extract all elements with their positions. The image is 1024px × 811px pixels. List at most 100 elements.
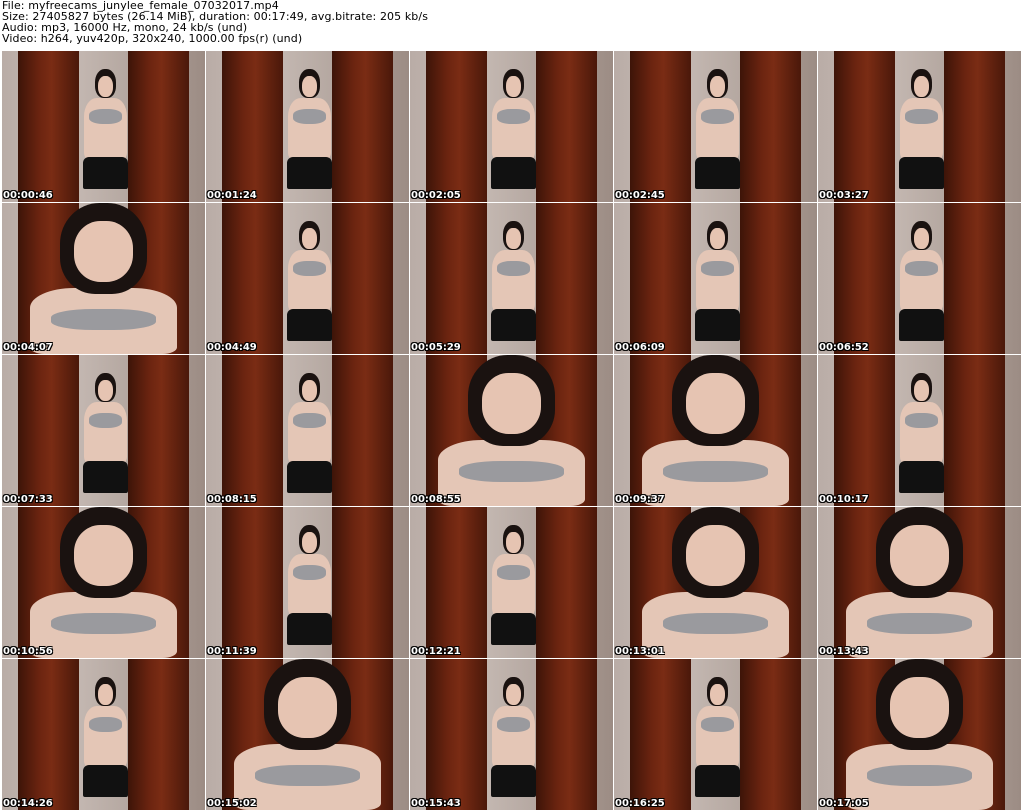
video-frame-thumbnail: 00:17:05 <box>818 659 1021 810</box>
person-figure <box>30 507 177 658</box>
door-background <box>535 659 597 810</box>
video-frame-thumbnail: 00:14:26 <box>2 659 205 810</box>
person-figure <box>79 373 132 506</box>
file-info-header: File: myfreecams_junylee_female_07032017… <box>2 0 1022 44</box>
video-frame-thumbnail: 00:13:01 <box>614 507 817 658</box>
video-frame-thumbnail: 00:06:09 <box>614 203 817 354</box>
door-background <box>331 355 393 506</box>
door-background <box>18 355 80 506</box>
person-figure <box>895 69 948 202</box>
frame-timestamp: 00:04:49 <box>207 342 257 353</box>
frame-timestamp: 00:16:25 <box>615 798 665 809</box>
door-background <box>18 51 80 202</box>
frame-timestamp: 00:09:37 <box>615 494 665 505</box>
video-frame-thumbnail: 00:01:24 <box>206 51 409 202</box>
frame-timestamp: 00:15:02 <box>207 798 257 809</box>
video-frame-thumbnail: 00:02:05 <box>410 51 613 202</box>
person-figure <box>283 525 336 658</box>
person-figure <box>895 373 948 506</box>
door-background <box>426 203 488 354</box>
person-figure <box>438 355 585 506</box>
person-figure <box>487 69 540 202</box>
person-figure <box>283 221 336 354</box>
frame-timestamp: 00:10:17 <box>819 494 869 505</box>
frame-timestamp: 00:03:27 <box>819 190 869 201</box>
person-figure <box>691 677 744 810</box>
video-frame-thumbnail: 00:08:55 <box>410 355 613 506</box>
video-frame-thumbnail: 00:12:21 <box>410 507 613 658</box>
video-frame-thumbnail: 00:11:39 <box>206 507 409 658</box>
door-background <box>127 659 189 810</box>
frame-timestamp: 00:17:05 <box>819 798 869 809</box>
person-figure <box>79 69 132 202</box>
video-frame-thumbnail: 00:08:15 <box>206 355 409 506</box>
video-frame-thumbnail: 00:00:46 <box>2 51 205 202</box>
video-frame-thumbnail: 00:02:45 <box>614 51 817 202</box>
person-figure <box>895 221 948 354</box>
person-figure <box>79 677 132 810</box>
door-background <box>943 51 1005 202</box>
person-figure <box>691 69 744 202</box>
door-background <box>127 51 189 202</box>
door-background <box>222 203 284 354</box>
video-frame-thumbnail: 00:10:56 <box>2 507 205 658</box>
video-frame-thumbnail: 00:07:33 <box>2 355 205 506</box>
door-background <box>943 355 1005 506</box>
video-frame-thumbnail: 00:04:07 <box>2 203 205 354</box>
door-background <box>426 51 488 202</box>
frame-timestamp: 00:05:29 <box>411 342 461 353</box>
video-frame-thumbnail: 00:13:43 <box>818 507 1021 658</box>
frame-timestamp: 00:04:07 <box>3 342 53 353</box>
person-figure <box>846 659 993 810</box>
video-frame-thumbnail: 00:09:37 <box>614 355 817 506</box>
video-frame-thumbnail: 00:16:25 <box>614 659 817 810</box>
person-figure <box>642 507 789 658</box>
person-figure <box>642 355 789 506</box>
frame-timestamp: 00:02:45 <box>615 190 665 201</box>
door-background <box>834 51 896 202</box>
frame-timestamp: 00:06:52 <box>819 342 869 353</box>
door-background <box>739 203 801 354</box>
frame-timestamp: 00:13:43 <box>819 646 869 657</box>
video-frame-thumbnail: 00:15:02 <box>206 659 409 810</box>
door-background <box>426 659 488 810</box>
door-background <box>426 507 488 658</box>
frame-timestamp: 00:10:56 <box>3 646 53 657</box>
person-figure <box>283 69 336 202</box>
video-frame-thumbnail: 00:15:43 <box>410 659 613 810</box>
door-background <box>331 203 393 354</box>
frame-timestamp: 00:08:55 <box>411 494 461 505</box>
frame-timestamp: 00:02:05 <box>411 190 461 201</box>
frame-timestamp: 00:00:46 <box>3 190 53 201</box>
thumbnail-grid: 00:00:46 00:01:24 00:02:05 00:02:45 00:03:27… <box>2 51 1022 811</box>
frame-timestamp: 00:15:43 <box>411 798 461 809</box>
frame-timestamp: 00:08:15 <box>207 494 257 505</box>
person-figure <box>487 677 540 810</box>
door-background <box>222 51 284 202</box>
video-frame-thumbnail: 00:06:52 <box>818 203 1021 354</box>
frame-timestamp: 00:12:21 <box>411 646 461 657</box>
door-background <box>535 51 597 202</box>
person-figure <box>234 659 381 810</box>
door-background <box>630 659 692 810</box>
door-background <box>943 203 1005 354</box>
door-background <box>331 507 393 658</box>
door-background <box>834 203 896 354</box>
frame-timestamp: 00:13:01 <box>615 646 665 657</box>
door-background <box>535 507 597 658</box>
person-figure <box>846 507 993 658</box>
door-background <box>630 203 692 354</box>
person-figure <box>487 221 540 354</box>
door-background <box>739 659 801 810</box>
frame-timestamp: 00:07:33 <box>3 494 53 505</box>
door-background <box>630 51 692 202</box>
door-background <box>739 51 801 202</box>
frame-timestamp: 00:14:26 <box>3 798 53 809</box>
video-frame-thumbnail: 00:05:29 <box>410 203 613 354</box>
door-background <box>127 355 189 506</box>
video-frame-thumbnail: 00:10:17 <box>818 355 1021 506</box>
video-info-line: Video: h264, yuv420p, 320x240, 1000.00 f… <box>2 32 303 45</box>
person-figure <box>487 525 540 658</box>
frame-timestamp: 00:01:24 <box>207 190 257 201</box>
frame-timestamp: 00:11:39 <box>207 646 257 657</box>
